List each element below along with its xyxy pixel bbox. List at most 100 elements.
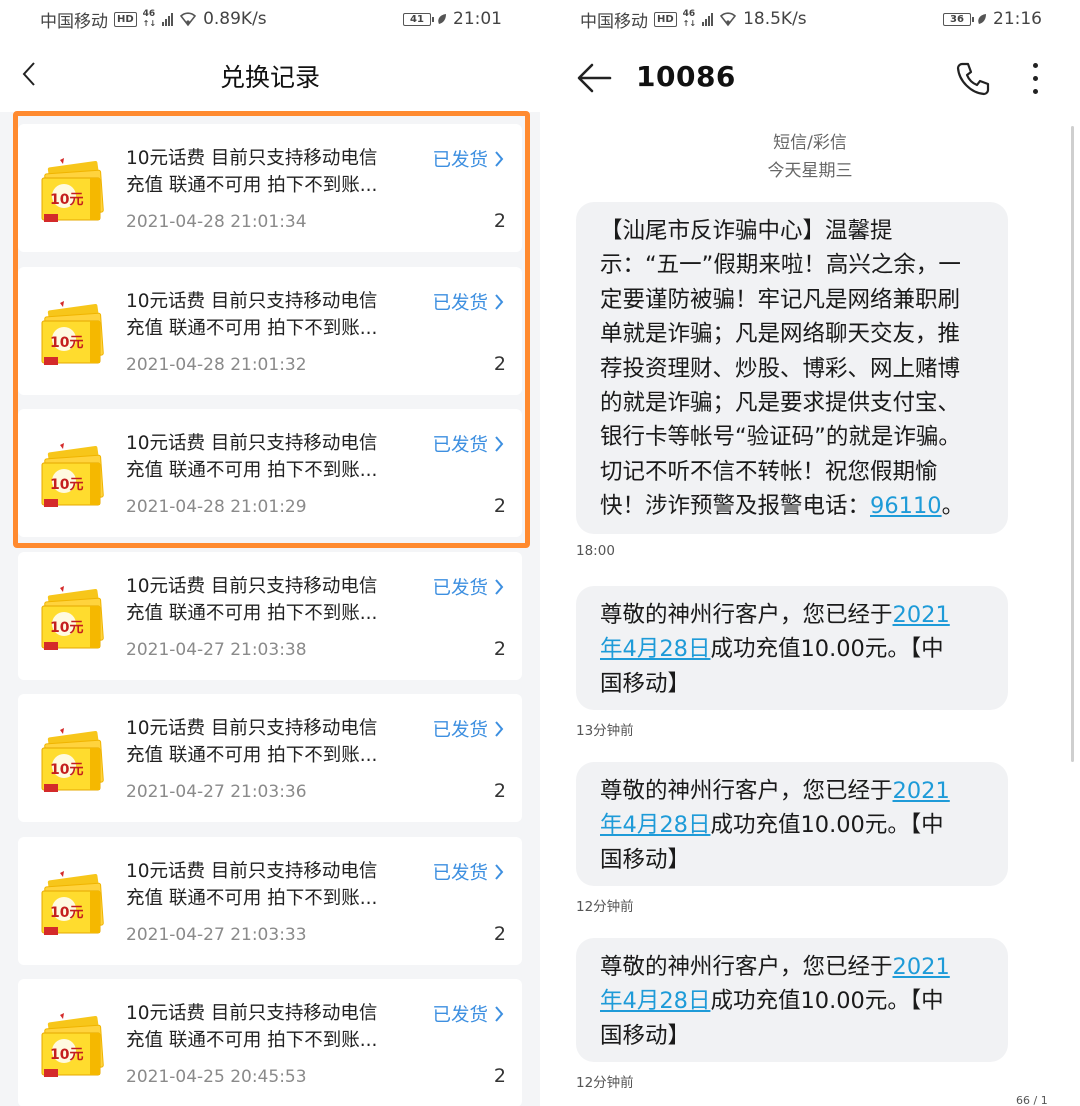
sms-conversation-screen: 中国移动 HD 46 ↑↓ 18.5K/s 36 21:16 10086 短信/彩…	[540, 0, 1080, 1106]
contact-name: 10086	[636, 60, 736, 93]
message-line: 的就是诈骗；凡是要求提供支付宝、	[600, 390, 961, 417]
page-title: 兑换记录	[219, 63, 320, 92]
order-status: 已发货	[432, 862, 488, 884]
order-status-link[interactable]: 已发货	[432, 1001, 504, 1027]
order-status: 已发货	[432, 150, 488, 171]
chevron-right-icon	[495, 863, 504, 880]
date-link[interactable]: 年4月28日	[600, 812, 710, 838]
order-status: 已发货	[432, 292, 488, 314]
message-line: 银行卡等帐号“验证码”的就是诈骗。	[600, 424, 961, 451]
chevron-right-icon	[495, 578, 504, 595]
order-status-link[interactable]: 已发货	[432, 431, 504, 457]
order-quantity: 2	[493, 1065, 506, 1087]
status-time: 21:01	[453, 9, 502, 29]
order-title: 10元话费 目前只支持移动电信 充值 联通不可用 拍下不到账...	[126, 718, 378, 766]
order-quantity: 2	[493, 637, 506, 660]
order-quantity: 2	[493, 210, 506, 232]
status-bar: 中国移动 HD 46 ↑↓ 18.5K/s 36 21:16	[540, 0, 1080, 38]
exchange-records-screen: 中国移动 HD 46 ↑↓ 0.89K/s 41 21:01 兑换记录 10元 10…	[0, 0, 540, 1106]
order-status-link[interactable]: 已发货	[432, 716, 504, 742]
message-bubble[interactable]: 【汕尾市反诈骗中心】温馨提 示：“五一”假期来啦！高兴之余，一 定要谨防被骗！牢…	[576, 202, 1008, 534]
scrollbar[interactable]	[1071, 126, 1074, 762]
order-title: 10元话费 目前只支持移动电信 充值 联通不可用 拍下不到账...	[126, 860, 378, 909]
order-status: 已发货	[432, 720, 488, 741]
order-card[interactable]: 10元 10元话费 目前只支持移动电信 充值 联通不可用 拍下不到账... 2021-…	[18, 979, 522, 1106]
coupon-thumbnail: 10元	[40, 441, 112, 511]
phone-call-icon[interactable]	[954, 60, 992, 98]
order-card[interactable]: 10元 10元话费 目前只支持移动电信 充值 联通不可用 拍下不到账... 2021-…	[18, 694, 522, 822]
message-bubble[interactable]: 尊敬的神州行客户，您已经于2021 年4月28日成功充值10.00元。【中 国移…	[576, 586, 1008, 710]
order-quantity: 2	[493, 780, 506, 802]
order-time: 2021-04-27 21:03:33	[126, 924, 307, 945]
order-title: 10元话费 目前只支持移动电信 充值 联通不可用 拍下不到账...	[126, 1003, 378, 1051]
order-list: 10元 10元话费 目前只支持移动电信 充值 联通不可用 拍下不到账... 2021-…	[18, 124, 522, 1106]
coupon-thumbnail: 10元	[40, 584, 112, 654]
order-time: 2021-04-25 20:45:53	[126, 1067, 307, 1087]
signal-icon	[162, 12, 174, 26]
order-card[interactable]: 10元 10元话费 目前只支持移动电信 充值 联通不可用 拍下不到账... 2021-…	[18, 836, 522, 965]
power-saving-leaf-icon	[978, 14, 986, 24]
message-timestamp: 18:00	[576, 543, 615, 559]
order-card[interactable]: 10元 10元话费 目前只支持移动电信 充值 联通不可用 拍下不到账... 2021-…	[18, 551, 522, 680]
message-line: 示：“五一”假期来啦！高兴之余，一	[600, 252, 961, 279]
chevron-right-icon	[495, 1006, 504, 1022]
order-quantity: 2	[493, 352, 506, 375]
date-link[interactable]: 2021	[893, 954, 950, 980]
message-line: 切记不听不信不转帐！祝您假期愉	[600, 458, 938, 485]
network-speed: 0.89K/s	[203, 9, 267, 29]
carrier-label: 中国移动	[580, 11, 648, 32]
coupon-thumbnail: 10元	[40, 299, 112, 369]
order-card[interactable]: 10元 10元话费 目前只支持移动电信 充值 联通不可用 拍下不到账... 2021-…	[18, 409, 522, 537]
network-4g-icon: 46 ↑↓	[682, 9, 697, 29]
date-link[interactable]: 年4月28日	[600, 636, 710, 662]
order-status-link[interactable]: 已发货	[432, 289, 504, 315]
coupon-amount: 10元	[50, 904, 84, 921]
power-saving-leaf-icon	[438, 14, 446, 24]
message-line: 定要谨防被骗！牢记凡是网络兼职刷	[600, 286, 961, 313]
coupon-amount: 10元	[50, 619, 84, 636]
message-bubble[interactable]: 尊敬的神州行客户，您已经于2021 年4月28日成功充值10.00元。【中 国移…	[576, 938, 1008, 1062]
date-link[interactable]: 年4月28日	[600, 988, 710, 1014]
date-link[interactable]: 2021	[893, 602, 950, 628]
more-options-icon[interactable]	[1020, 58, 1050, 98]
coupon-amount: 10元	[50, 762, 84, 778]
message-line: 快！涉诈预警及报警电话：96110。	[600, 493, 965, 520]
coupon-amount: 10元	[50, 192, 84, 208]
message-line: 单就是诈骗；凡是网络聊天交友，推	[600, 321, 961, 348]
message-line: 荐投资理财、炒股、博彩、网上赌博	[600, 355, 961, 382]
order-status-link[interactable]: 已发货	[432, 146, 504, 172]
date-link[interactable]: 2021	[893, 778, 950, 804]
signal-icon	[702, 12, 714, 26]
order-status-link[interactable]: 已发货	[432, 859, 504, 885]
order-status: 已发货	[432, 577, 488, 599]
wifi-icon	[720, 12, 737, 27]
chevron-right-icon	[495, 151, 504, 167]
coupon-amount: 10元	[50, 1047, 84, 1063]
hd-icon: HD	[654, 11, 677, 27]
phone-number-link[interactable]: 96110	[870, 493, 942, 519]
hd-icon: HD	[114, 11, 137, 27]
message-bubble[interactable]: 尊敬的神州行客户，您已经于2021 年4月28日成功充值10.00元。【中 国移…	[576, 762, 1008, 886]
battery-icon: 36	[943, 12, 974, 26]
order-time: 2021-04-27 21:03:38	[126, 639, 307, 660]
order-time: 2021-04-28 21:01:32	[126, 354, 307, 375]
status-time: 21:16	[993, 9, 1042, 29]
network-4g-icon: 46 ↑↓	[142, 9, 157, 29]
order-card[interactable]: 10元 10元话费 目前只支持移动电信 充值 联通不可用 拍下不到账... 2021-…	[18, 124, 522, 252]
carrier-label: 中国移动	[40, 11, 108, 32]
page-counter: 66 / 1	[1016, 1094, 1048, 1106]
order-card[interactable]: 10元 10元话费 目前只支持移动电信 充值 联通不可用 拍下不到账... 2021-…	[18, 266, 522, 395]
order-status-link[interactable]: 已发货	[432, 574, 504, 600]
order-title: 10元话费 目前只支持移动电信 充值 联通不可用 拍下不到账...	[126, 575, 378, 624]
order-time: 2021-04-27 21:03:36	[126, 782, 307, 802]
coupon-thumbnail: 10元	[40, 726, 112, 796]
battery-icon: 41	[403, 12, 434, 26]
network-speed: 18.5K/s	[743, 9, 807, 29]
conversation-header: 10086	[540, 38, 1080, 118]
conversation-type: 短信/彩信	[773, 133, 847, 153]
order-status: 已发货	[432, 1005, 488, 1026]
coupon-thumbnail: 10元	[40, 156, 112, 226]
message-timestamp: 12分钟前	[576, 1075, 634, 1091]
arrow-back-icon[interactable]	[574, 58, 614, 98]
order-quantity: 2	[493, 495, 506, 517]
